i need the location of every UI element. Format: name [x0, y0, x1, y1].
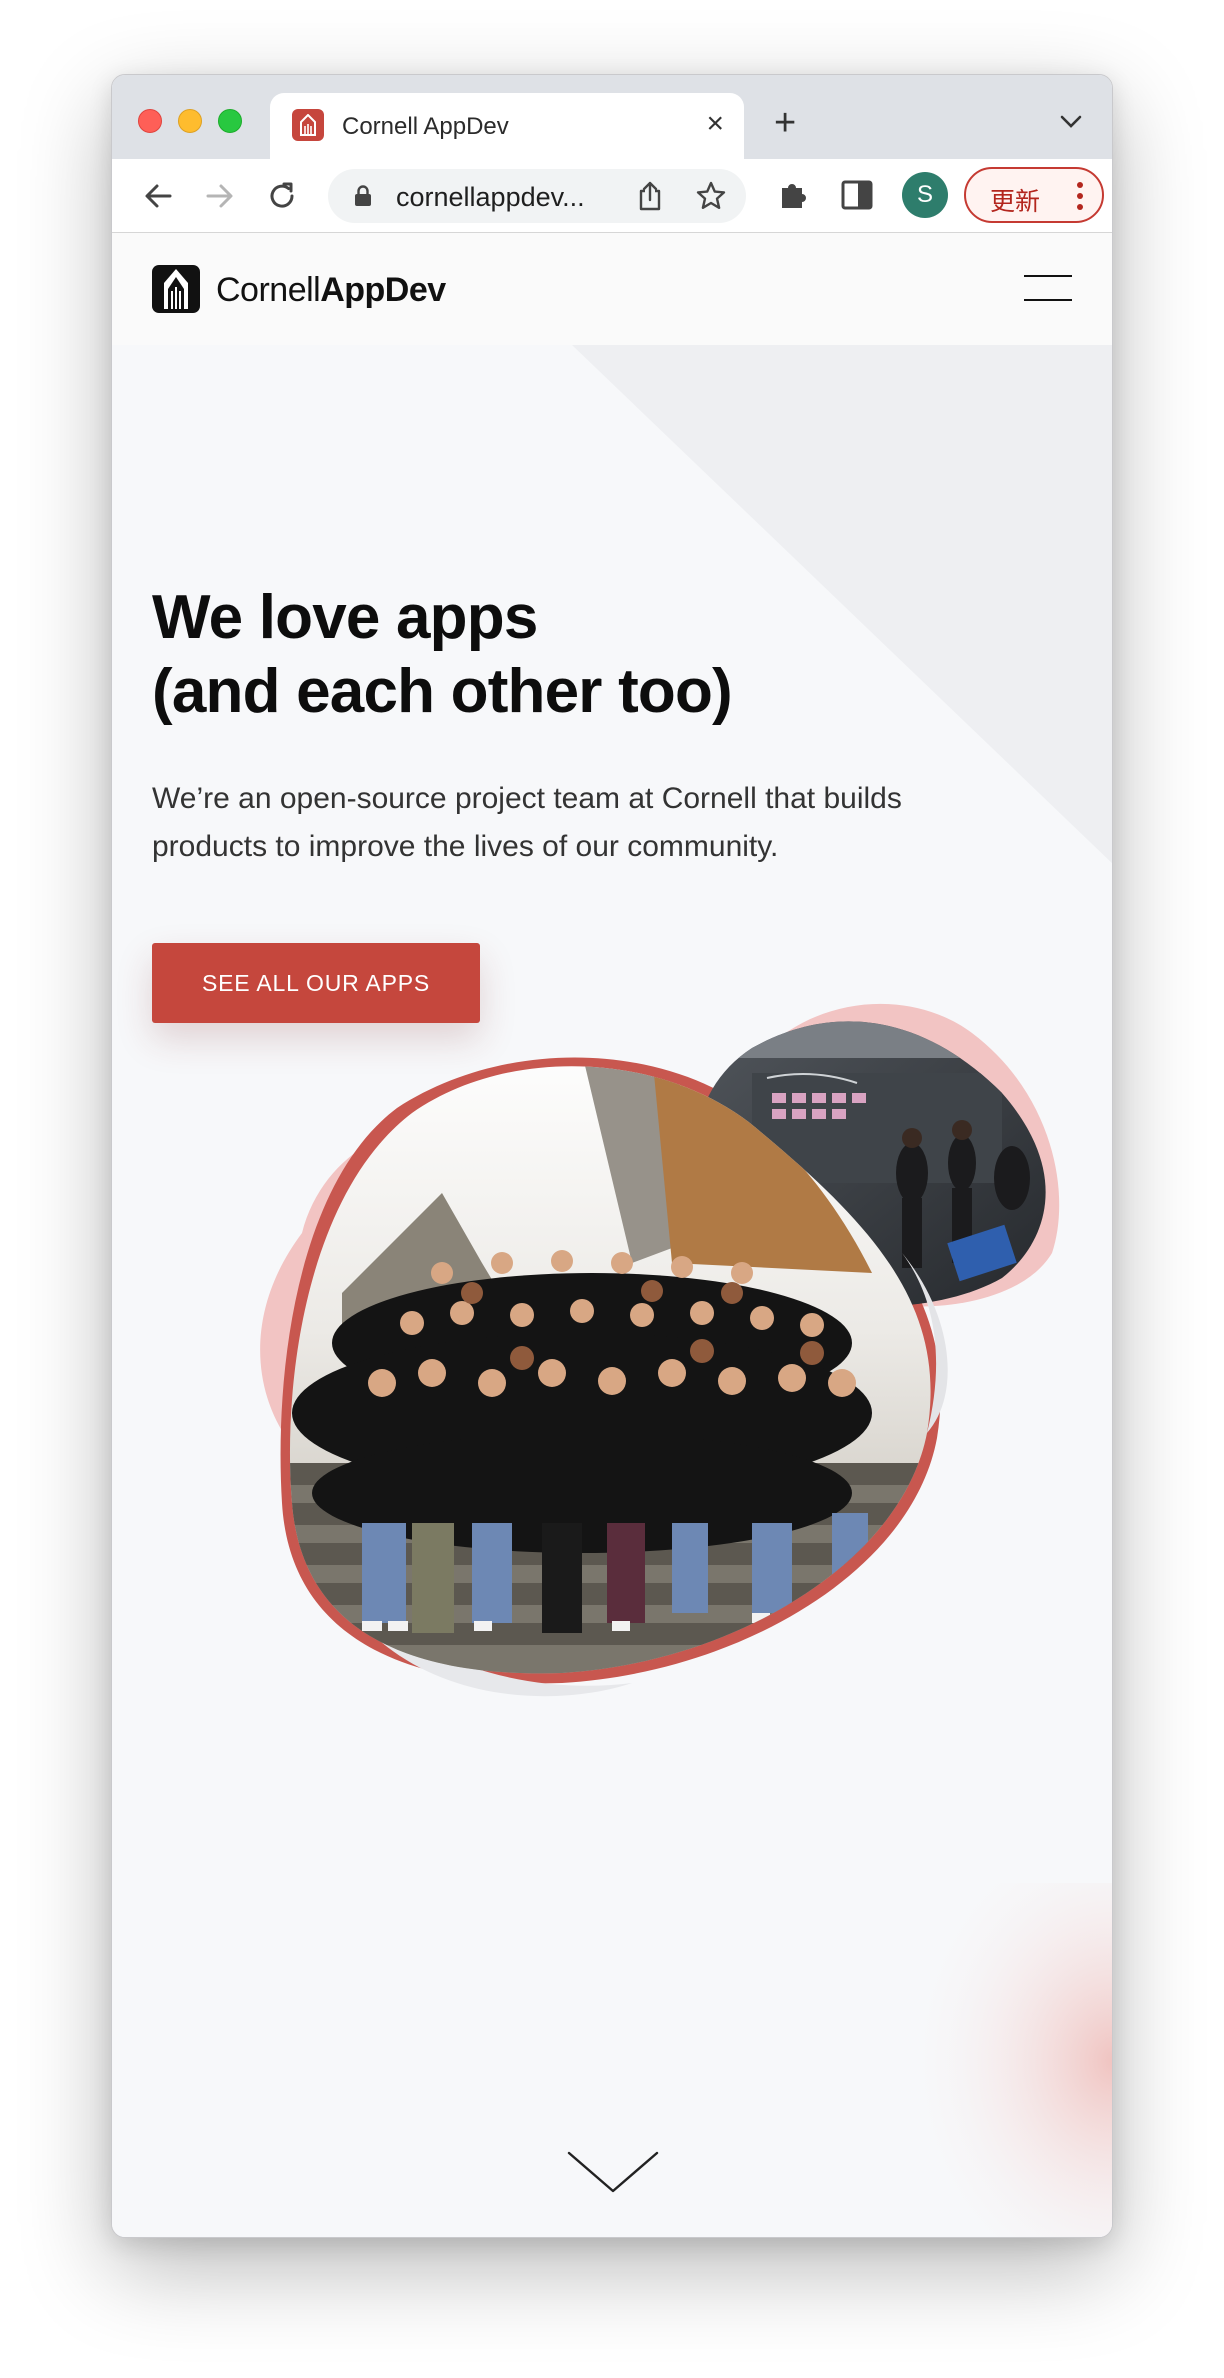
reload-icon[interactable] — [264, 178, 300, 214]
close-window-button[interactable] — [138, 109, 162, 133]
extensions-puzzle-icon[interactable] — [776, 178, 810, 212]
tab-search-chevron-icon[interactable] — [1060, 115, 1082, 129]
back-arrow-icon[interactable] — [140, 178, 176, 214]
bookmark-star-icon[interactable] — [696, 181, 726, 211]
address-bar[interactable]: cornellappdev... — [328, 169, 746, 223]
tab-title: Cornell AppDev — [342, 113, 509, 140]
url-text: cornellappdev... — [396, 182, 585, 212]
side-panel-icon[interactable] — [840, 178, 874, 212]
lock-icon — [355, 185, 371, 206]
update-chrome-button[interactable]: 更新 — [964, 167, 1104, 223]
tab-strip: Cornell AppDev × + — [112, 75, 1112, 159]
appdev-favicon-icon — [292, 109, 324, 141]
forward-arrow-icon[interactable] — [202, 178, 238, 214]
scroll-down-chevron-icon[interactable] — [567, 2151, 659, 2195]
kebab-menu-icon[interactable] — [1076, 181, 1084, 211]
close-tab-icon[interactable]: × — [706, 109, 724, 139]
tab-cornell-appdev[interactable]: Cornell AppDev × — [270, 93, 744, 159]
zoom-window-button[interactable] — [218, 109, 242, 133]
browser-toolbar: cornellappdev... S 更新 — [112, 159, 1112, 233]
update-label: 更新 — [990, 188, 1041, 216]
new-tab-icon[interactable]: + — [774, 104, 796, 142]
minimize-window-button[interactable] — [178, 109, 202, 133]
profile-avatar[interactable]: S — [902, 172, 948, 218]
team-photo-collage — [260, 1003, 1112, 2237]
web-page: CornellAppDev We love apps (and each oth… — [112, 233, 1112, 2237]
share-icon[interactable] — [636, 181, 664, 211]
browser-window: Cornell AppDev × + cornellappdev... S 更新… — [111, 74, 1113, 2238]
